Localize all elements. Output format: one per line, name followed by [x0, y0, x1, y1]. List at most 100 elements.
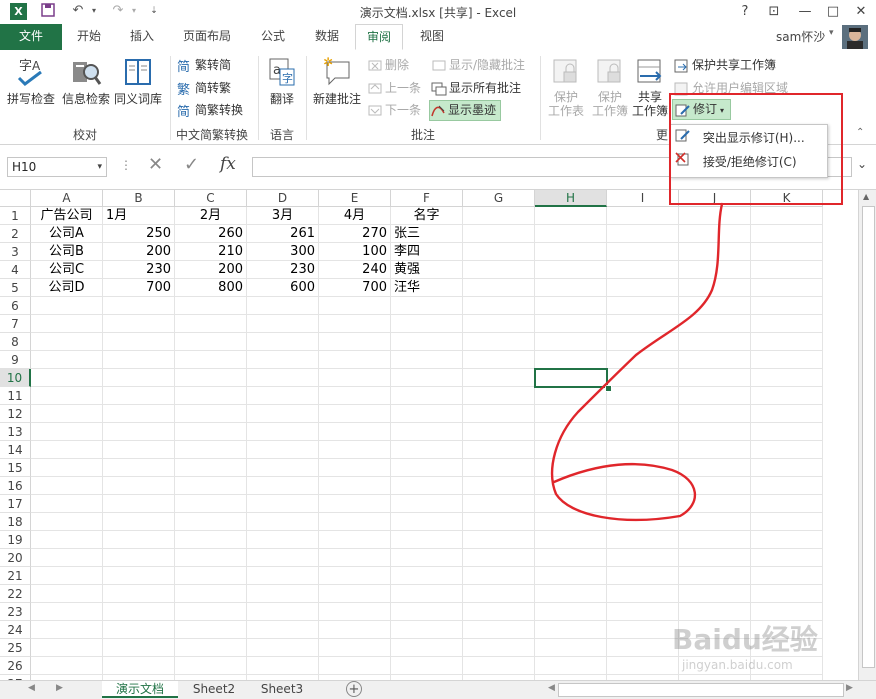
user-dropdown-icon[interactable]: ▾ [829, 28, 834, 38]
row-header[interactable]: 17 [0, 495, 31, 513]
traditional-to-simplified-button[interactable]: 简繁转简 [177, 55, 231, 75]
cell[interactable] [679, 297, 751, 315]
spelling-button[interactable]: 字A 拼写检查 [5, 56, 57, 107]
cell[interactable] [103, 459, 175, 477]
cell[interactable] [319, 315, 391, 333]
ribbon-display-options-button[interactable]: ⊡ [763, 2, 785, 22]
cell[interactable] [679, 477, 751, 495]
cell[interactable] [535, 423, 607, 441]
cell[interactable] [103, 549, 175, 567]
cell[interactable] [103, 639, 175, 657]
cell[interactable] [535, 549, 607, 567]
cell[interactable] [247, 351, 319, 369]
cell[interactable] [391, 459, 463, 477]
cell[interactable] [175, 657, 247, 675]
cell[interactable] [319, 369, 391, 387]
cell[interactable] [751, 531, 823, 549]
cell[interactable]: 张三 [391, 225, 463, 243]
cell[interactable] [319, 333, 391, 351]
show-all-comments-button[interactable]: 显示所有批注 [431, 78, 521, 98]
cell[interactable] [247, 405, 319, 423]
cell[interactable] [31, 477, 103, 495]
cell[interactable] [247, 477, 319, 495]
cell[interactable] [103, 297, 175, 315]
cell[interactable] [175, 423, 247, 441]
cell[interactable] [679, 423, 751, 441]
cell[interactable] [175, 603, 247, 621]
cell[interactable] [679, 405, 751, 423]
research-button[interactable]: 信息检索 [60, 56, 112, 107]
cell[interactable] [319, 531, 391, 549]
cell[interactable] [607, 603, 679, 621]
cell[interactable] [463, 423, 535, 441]
scroll-thumb[interactable] [862, 206, 875, 668]
cell[interactable] [247, 585, 319, 603]
cell[interactable] [751, 423, 823, 441]
cell[interactable] [247, 513, 319, 531]
cell[interactable] [319, 549, 391, 567]
cell[interactable]: 名字 [391, 207, 463, 225]
column-header[interactable]: K [751, 190, 823, 207]
cell[interactable]: 李四 [391, 243, 463, 261]
cell[interactable] [535, 603, 607, 621]
cell[interactable] [247, 531, 319, 549]
cell[interactable] [391, 387, 463, 405]
cell[interactable] [535, 531, 607, 549]
cell[interactable] [319, 513, 391, 531]
cell[interactable] [751, 351, 823, 369]
row-header[interactable]: 22 [0, 585, 31, 603]
row-header[interactable]: 19 [0, 531, 31, 549]
cell[interactable] [319, 567, 391, 585]
cell[interactable] [463, 657, 535, 675]
cell[interactable] [607, 585, 679, 603]
cell[interactable]: 汪华 [391, 279, 463, 297]
cell[interactable] [247, 459, 319, 477]
cell[interactable] [31, 315, 103, 333]
cell[interactable] [679, 243, 751, 261]
sheet-tab-3[interactable]: Sheet3 [252, 681, 312, 698]
cell[interactable] [751, 261, 823, 279]
cell[interactable]: 广告公司 [31, 207, 103, 225]
cell[interactable] [679, 351, 751, 369]
cell[interactable] [535, 513, 607, 531]
cell[interactable] [319, 603, 391, 621]
row-header[interactable]: 5 [0, 279, 31, 297]
cell[interactable] [175, 567, 247, 585]
hscroll-left-icon[interactable]: ◀ [548, 683, 555, 693]
cell[interactable] [463, 549, 535, 567]
cell[interactable] [607, 279, 679, 297]
cell[interactable] [391, 657, 463, 675]
cell[interactable]: 2月 [175, 207, 247, 225]
cell[interactable] [175, 495, 247, 513]
cell[interactable]: 230 [247, 261, 319, 279]
row-header[interactable]: 9 [0, 351, 31, 369]
cell[interactable]: 270 [319, 225, 391, 243]
allow-edit-ranges-button[interactable]: 允许用户编辑区域 [674, 78, 788, 98]
tab-page-layout[interactable]: 页面布局 [174, 24, 240, 50]
horizontal-scrollbar[interactable] [558, 683, 844, 697]
cell[interactable] [391, 351, 463, 369]
cell[interactable] [607, 639, 679, 657]
cell[interactable] [391, 603, 463, 621]
cell[interactable] [751, 225, 823, 243]
cell[interactable] [679, 207, 751, 225]
cell[interactable]: 240 [319, 261, 391, 279]
row-header[interactable]: 2 [0, 225, 31, 243]
cell[interactable] [463, 315, 535, 333]
cell[interactable] [319, 351, 391, 369]
cell[interactable]: 200 [175, 261, 247, 279]
cell[interactable] [751, 369, 823, 387]
cell[interactable] [319, 297, 391, 315]
cell[interactable] [175, 477, 247, 495]
delete-comment-button[interactable]: 删除 [367, 55, 409, 75]
cell[interactable] [391, 549, 463, 567]
row-header[interactable]: 3 [0, 243, 31, 261]
cell[interactable] [463, 585, 535, 603]
translate-button[interactable]: a字 翻译 [262, 56, 302, 107]
cell[interactable]: 公司C [31, 261, 103, 279]
cell[interactable] [103, 477, 175, 495]
column-header[interactable]: B [103, 190, 175, 207]
cell[interactable] [679, 531, 751, 549]
cell[interactable] [463, 477, 535, 495]
previous-comment-button[interactable]: 上一条 [367, 78, 421, 98]
